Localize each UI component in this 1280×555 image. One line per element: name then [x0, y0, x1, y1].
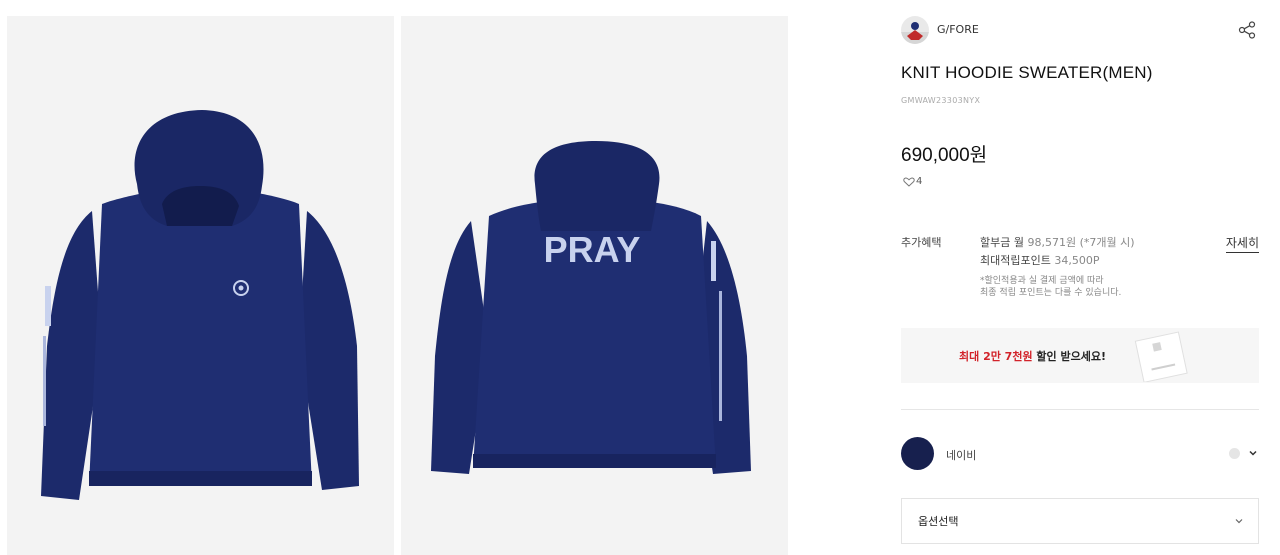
- promo-suffix: 할인 받으세요!: [1032, 350, 1106, 363]
- points-info: 최대적립포인트 34,500P: [980, 252, 1099, 268]
- heart-icon: [903, 177, 915, 187]
- installment-value: 98,571원 (*7개월 시): [1027, 236, 1135, 249]
- hoodie-front-illustration: [41, 110, 359, 500]
- hoodie-back-illustration: PRAY: [431, 141, 751, 474]
- section-divider: [901, 409, 1259, 410]
- discount-promo-banner[interactable]: 최대 2만 7천원 할인 받으세요!: [901, 328, 1259, 383]
- color-status-dot: [1229, 448, 1240, 459]
- points-prefix: 최대적립포인트: [980, 254, 1055, 267]
- back-print-text: PRAY: [544, 229, 641, 270]
- installment-info: 할부금 월 98,571원 (*7개월 시): [980, 234, 1135, 250]
- like-count[interactable]: 4: [903, 176, 922, 187]
- chevron-down-icon[interactable]: [1247, 447, 1259, 459]
- promo-prefix: 최대: [959, 350, 984, 363]
- points-value: 34,500P: [1054, 254, 1100, 267]
- brand-avatar-icon[interactable]: [901, 16, 929, 44]
- option-select-label: 옵션선택: [918, 515, 959, 528]
- installment-prefix: 할부금 월: [980, 236, 1028, 249]
- promo-text: 최대 2만 7천원 할인 받으세요!: [959, 348, 1106, 364]
- brand-name[interactable]: G/FORE: [937, 23, 979, 36]
- color-swatch-navy[interactable]: [901, 437, 934, 470]
- benefit-label: 추가혜택: [901, 236, 942, 249]
- color-option-row[interactable]: 네이비: [901, 437, 1259, 471]
- points-note-line1: *할인적용과 실 결제 금액에 따라: [980, 276, 1104, 286]
- product-price: 690,000원: [901, 145, 988, 166]
- benefit-detail-link[interactable]: 자세히: [1225, 234, 1259, 253]
- coupon-card-icon: [1134, 331, 1188, 382]
- share-icon[interactable]: [1237, 20, 1257, 40]
- promo-highlight: 2만 7천원: [983, 350, 1033, 363]
- color-name: 네이비: [946, 449, 977, 462]
- product-code: GMWAW23303NYX: [901, 96, 981, 105]
- chevron-down-icon: [1235, 519, 1243, 524]
- product-image-back[interactable]: PRAY: [401, 16, 788, 555]
- like-count-value: 4: [916, 176, 923, 187]
- product-title: KNIT HOODIE SWEATER(MEN): [901, 63, 1153, 82]
- product-info-panel: G/FORE KNIT HOODIE SWEATER(MEN) GMWAW233…: [901, 0, 1259, 555]
- brand-row: G/FORE: [901, 16, 1259, 46]
- option-select-dropdown[interactable]: 옵션선택: [901, 498, 1259, 544]
- product-image-front[interactable]: [7, 16, 394, 555]
- points-note: *할인적용과 실 결제 금액에 따라 최종 적립 포인트는 다를 수 있습니다.: [980, 275, 1220, 299]
- points-note-line2: 최종 적립 포인트는 다를 수 있습니다.: [980, 288, 1122, 298]
